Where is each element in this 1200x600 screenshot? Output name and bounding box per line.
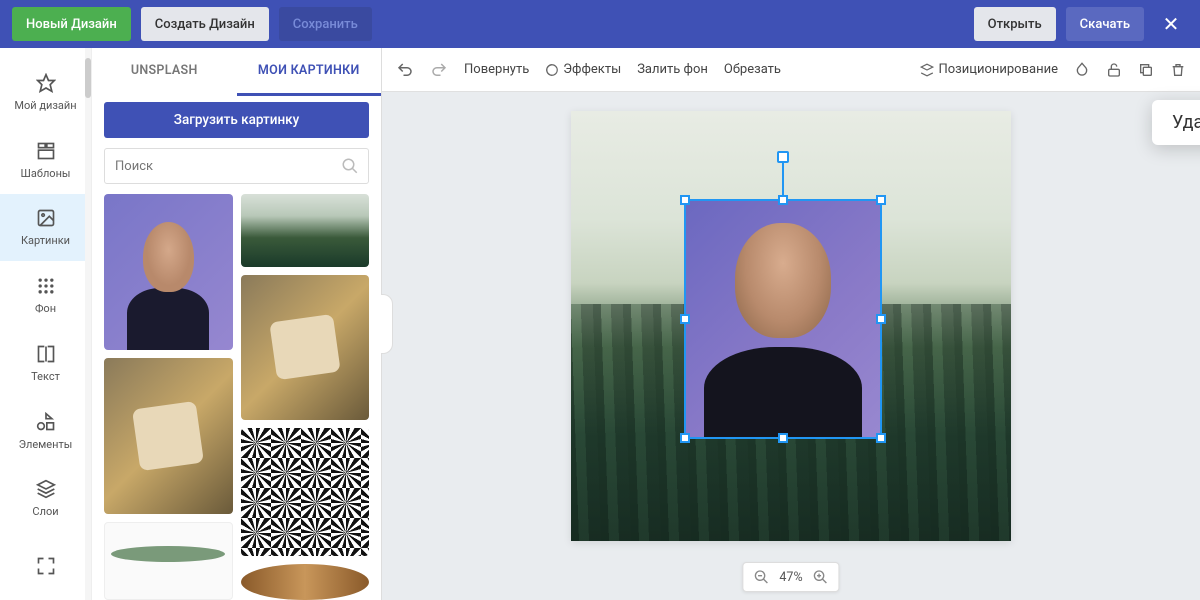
expand-icon (35, 555, 57, 577)
close-icon[interactable]: ✕ (1154, 7, 1188, 41)
gallery-item[interactable] (241, 194, 370, 267)
search-icon (341, 157, 359, 175)
canvas-area: Повернуть Эффекты Залить фон Обрезать По… (382, 48, 1200, 600)
unlock-icon[interactable] (1106, 62, 1122, 78)
layers-icon (35, 478, 57, 500)
rail-text[interactable]: Текст (0, 329, 91, 397)
shapes-icon (35, 411, 57, 433)
rail-layers[interactable]: Слои (0, 465, 91, 533)
rail-label: Слои (32, 505, 58, 518)
selected-image[interactable] (684, 199, 882, 439)
delete-icon[interactable] (1170, 62, 1186, 78)
rail-scrollbar[interactable] (85, 48, 91, 600)
gallery-item[interactable] (104, 358, 233, 514)
zoom-in-icon[interactable] (813, 569, 829, 585)
remove-bg-tooltip: Удалить фон (1152, 100, 1200, 145)
position-button[interactable]: Позиционирование (920, 62, 1058, 77)
crop-button[interactable]: Обрезать (724, 62, 781, 77)
fill-bg-button[interactable]: Залить фон (637, 62, 708, 77)
upload-image-button[interactable]: Загрузить картинку (104, 102, 369, 138)
image-gallery (92, 194, 381, 600)
rail-templates[interactable]: Шаблоны (0, 126, 91, 194)
duplicate-icon[interactable] (1138, 62, 1154, 78)
save-button: Сохранить (279, 7, 372, 41)
image-icon (35, 207, 57, 229)
gallery-item[interactable] (241, 564, 370, 600)
undo-icon[interactable] (396, 61, 414, 79)
download-button[interactable]: Скачать (1066, 7, 1144, 41)
gallery-item[interactable] (104, 522, 233, 600)
rail-images[interactable]: Картинки (0, 194, 91, 262)
star-icon (35, 72, 57, 94)
canvas-viewport[interactable]: 47% (382, 92, 1200, 600)
gallery-item[interactable] (104, 194, 233, 350)
rail-label: Картинки (21, 234, 70, 247)
gallery-item[interactable] (241, 275, 370, 421)
new-design-button[interactable]: Новый Дизайн (12, 7, 131, 41)
rail-my-design[interactable]: Мой дизайн (0, 58, 91, 126)
left-rail: Мой дизайн Шаблоны Картинки Фон Текст Эл… (0, 48, 92, 600)
rotate-button[interactable]: Повернуть (464, 62, 529, 77)
redo-icon[interactable] (430, 61, 448, 79)
text-icon (35, 343, 57, 365)
rail-label: Фон (35, 302, 56, 315)
grid-icon (35, 275, 57, 297)
rail-elements[interactable]: Элементы (0, 397, 91, 465)
templates-icon (35, 140, 57, 162)
effects-button[interactable]: Эффекты (545, 62, 621, 77)
zoom-out-icon[interactable] (753, 569, 769, 585)
context-toolbar: Повернуть Эффекты Залить фон Обрезать По… (382, 48, 1200, 92)
gallery-item[interactable] (241, 428, 370, 555)
rail-label: Шаблоны (21, 167, 71, 180)
tab-unsplash[interactable]: UNSPLASH (92, 48, 237, 96)
zoom-control: 47% (742, 562, 839, 592)
images-panel: UNSPLASH МОИ КАРТИНКИ Загрузить картинку (92, 48, 382, 600)
tab-my-images[interactable]: МОИ КАРТИНКИ (237, 48, 382, 96)
create-design-button[interactable]: Создать Дизайн (141, 7, 269, 41)
search-input[interactable] (104, 148, 369, 184)
top-bar: Новый Дизайн Создать Дизайн Сохранить От… (0, 0, 1200, 48)
rail-label: Текст (31, 370, 60, 383)
open-button[interactable]: Открыть (974, 7, 1056, 41)
design-canvas[interactable] (571, 111, 1011, 541)
rail-label: Элементы (19, 438, 73, 451)
rail-fullscreen[interactable] (0, 532, 91, 600)
rail-background[interactable]: Фон (0, 261, 91, 329)
rail-label: Мой дизайн (14, 99, 76, 112)
zoom-value: 47% (779, 570, 802, 585)
opacity-icon[interactable] (1074, 62, 1090, 78)
